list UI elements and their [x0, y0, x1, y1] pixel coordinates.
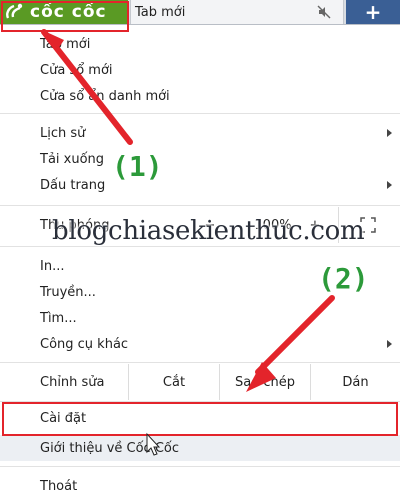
menu-divider	[0, 466, 400, 467]
menu-item-new-window[interactable]: Cửa sổ mới	[0, 58, 400, 82]
menu-item-incognito-window[interactable]: Cửa sổ ẩn danh mới	[0, 84, 400, 108]
menu-item-label: Cửa sổ ẩn danh mới	[40, 88, 170, 104]
menu-item-label: Cài đặt	[40, 410, 87, 426]
step-2-label: (2)	[318, 262, 369, 295]
paste-button[interactable]: Dán	[311, 364, 400, 400]
cut-label: Cắt	[162, 374, 186, 390]
edit-row: Chỉnh sửa Cắt Sao chép Dán	[0, 364, 400, 400]
menu-divider	[0, 205, 400, 206]
menu-item-label: Công cụ khác	[40, 336, 129, 352]
mute-icon[interactable]	[317, 5, 331, 23]
paste-label: Dán	[342, 374, 369, 390]
menu-divider	[0, 401, 400, 402]
submenu-arrow-icon	[387, 129, 392, 137]
menu-item-new-tab[interactable]: Tab mới	[0, 32, 400, 56]
coccoc-menu-button[interactable]: cốc cốc	[0, 0, 128, 24]
menu-item-label: Giới thiệu về Cốc Cốc	[40, 440, 180, 456]
menu-item-downloads[interactable]: Tải xuống	[0, 147, 400, 171]
copy-button[interactable]: Sao chép	[220, 364, 310, 400]
coccoc-logo-icon	[0, 0, 30, 24]
menu-item-history[interactable]: Lịch sử	[0, 121, 400, 145]
menu-divider	[0, 362, 400, 363]
copy-label: Sao chép	[235, 374, 295, 390]
edit-label-text: Chỉnh sửa	[40, 374, 105, 390]
cut-button[interactable]: Cắt	[129, 364, 219, 400]
tab-title: Tab mới	[135, 4, 186, 20]
submenu-arrow-icon	[387, 181, 392, 189]
menu-item-label: Tải xuống	[40, 151, 105, 167]
menu-item-label: Cửa sổ mới	[40, 62, 113, 78]
menu-item-label: Thoát	[40, 478, 78, 494]
submenu-arrow-icon	[387, 340, 392, 348]
menu-item-label: Tìm...	[40, 310, 77, 326]
menu-item-find[interactable]: Tìm...	[0, 306, 400, 330]
menu-divider	[0, 113, 400, 114]
menu-divider	[0, 246, 400, 247]
menu-item-label: Tab mới	[40, 36, 91, 52]
menu-item-label: Truyền...	[40, 284, 96, 300]
watermark: blogchiasekienthuc.com	[52, 216, 365, 246]
brand-name: cốc cốc	[30, 2, 107, 22]
edit-label: Chỉnh sửa	[40, 364, 105, 400]
step-1-label: (1)	[112, 150, 163, 183]
menu-item-label: Lịch sử	[40, 125, 86, 141]
menu-item-label: In...	[40, 258, 65, 274]
plus-icon: +	[364, 0, 382, 24]
menu-item-bookmarks[interactable]: Dấu trang	[0, 173, 400, 197]
new-tab-button[interactable]: +	[346, 0, 400, 24]
tab-new-tab[interactable]: Tab mới	[130, 0, 344, 24]
menu-item-more-tools[interactable]: Công cụ khác	[0, 332, 400, 356]
menu-item-exit[interactable]: Thoát	[0, 474, 400, 498]
tab-bar: cốc cốc Tab mới +	[0, 0, 400, 25]
menu-item-settings[interactable]: Cài đặt	[0, 406, 400, 430]
menu-item-about[interactable]: Giới thiệu về Cốc Cốc	[0, 435, 400, 461]
menu-item-label: Dấu trang	[40, 177, 106, 193]
